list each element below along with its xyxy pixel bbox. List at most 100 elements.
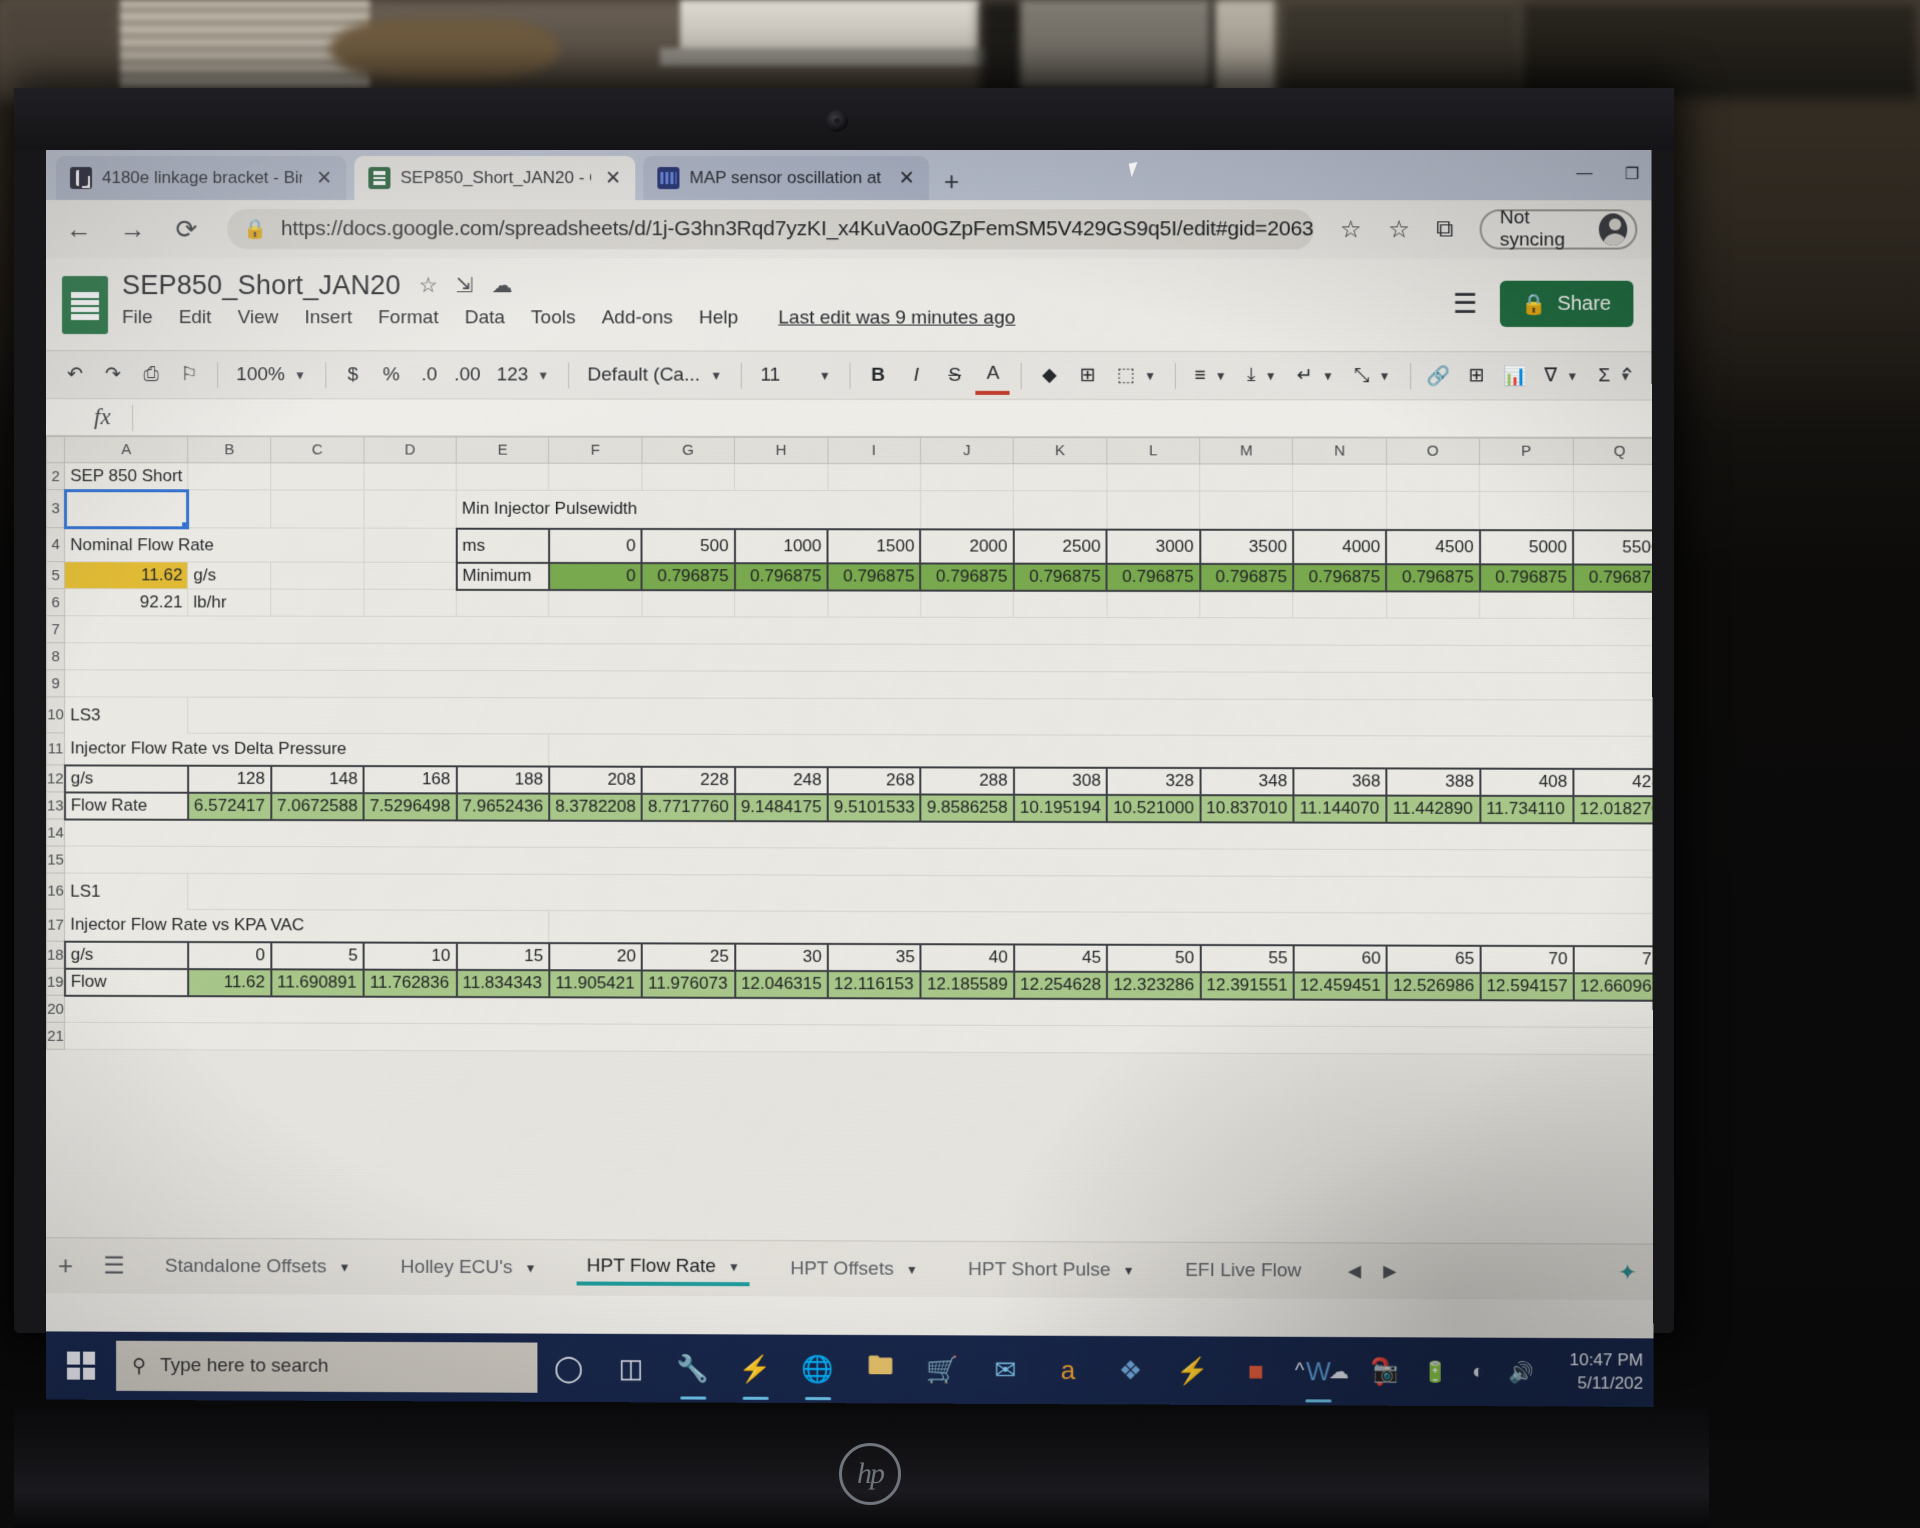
italic-button[interactable]: I — [899, 356, 933, 394]
cell-blank-row7[interactable] — [65, 616, 1653, 646]
row-header-4[interactable]: 4 — [46, 528, 64, 562]
row-header-11[interactable]: 11 — [46, 733, 64, 765]
screenshot-icon[interactable]: 📷 — [1373, 1359, 1398, 1384]
chevron-up-icon[interactable]: ^ — [1295, 1360, 1305, 1383]
cell-k18[interactable]: 45 — [1014, 944, 1107, 971]
cell-b13[interactable]: 6.572417 — [188, 792, 271, 819]
cell-e19[interactable]: 11.834343 — [456, 969, 549, 996]
cell-h4[interactable]: 1000 — [735, 529, 828, 563]
menu-help[interactable]: Help — [699, 307, 738, 329]
column-header-d[interactable]: D — [364, 437, 457, 463]
cell-c6[interactable] — [271, 589, 364, 616]
row-header-9[interactable]: 9 — [46, 670, 64, 697]
cell-i5[interactable]: 0.796875 — [828, 563, 921, 590]
cell-d3[interactable] — [364, 490, 457, 528]
row-header-14[interactable]: 14 — [46, 819, 64, 846]
move-to-folder-icon[interactable]: ⇲ — [456, 273, 474, 298]
cell-l18[interactable]: 50 — [1107, 944, 1200, 971]
file-explorer-icon[interactable]: 🖿 — [849, 1335, 912, 1404]
cell-i12[interactable]: 268 — [828, 767, 921, 794]
font-size-selector[interactable]: 11 ▼ — [752, 356, 839, 394]
comment-icon[interactable]: ☰ — [1453, 288, 1478, 319]
cell-b3[interactable] — [188, 490, 271, 528]
chevron-down-icon[interactable]: ▼ — [1123, 1263, 1135, 1277]
explore-icon[interactable]: ✦ — [1618, 1259, 1637, 1285]
collections-icon[interactable]: ☆ — [1388, 215, 1410, 244]
borders-icon[interactable]: ⊞ — [1071, 356, 1105, 394]
cell-n18[interactable]: 60 — [1294, 945, 1387, 972]
cell-d12[interactable]: 168 — [364, 766, 457, 793]
cell-n4[interactable]: 4000 — [1293, 529, 1386, 563]
sheet-tab-holley-ecus[interactable]: Holley ECU's ▼ — [391, 1252, 547, 1283]
cell-k2[interactable] — [1013, 464, 1106, 491]
sheet-tab-efi-live-flow[interactable]: EFI Live Flow — [1175, 1255, 1311, 1286]
cell-n5[interactable]: 0.796875 — [1293, 564, 1386, 591]
row-header-16[interactable]: 16 — [46, 873, 64, 909]
cell-k3[interactable] — [1013, 491, 1106, 529]
cloud-icon[interactable]: ☁ — [1329, 1359, 1349, 1384]
cell-q2[interactable] — [1573, 464, 1653, 491]
cell-m3[interactable] — [1200, 491, 1293, 529]
insert-comment-icon[interactable]: ⊞ — [1459, 357, 1493, 395]
cell-e2[interactable] — [456, 463, 549, 490]
cell-q13[interactable]: 12.018270 — [1573, 796, 1653, 823]
column-header-e[interactable]: E — [456, 437, 549, 463]
cell-k5[interactable]: 0.796875 — [1014, 563, 1107, 590]
cell-q4[interactable]: 5500 — [1573, 530, 1653, 564]
cell-a17-subtitle[interactable]: Injector Flow Rate vs KPA VAC — [65, 909, 549, 942]
cell-l2[interactable] — [1107, 464, 1200, 491]
cell-p5[interactable]: 0.796875 — [1480, 564, 1573, 591]
cell-g12[interactable]: 228 — [642, 766, 735, 793]
formula-bar[interactable]: fx — [46, 398, 1652, 438]
vertical-align-button[interactable]: ⤓ ▼ — [1239, 356, 1285, 394]
battery-icon[interactable]: 🔋 — [1423, 1359, 1448, 1384]
paint-format-button[interactable]: ⚐ — [172, 356, 206, 394]
column-header-j[interactable]: J — [920, 438, 1013, 464]
row-header-8[interactable]: 8 — [46, 643, 64, 670]
amazon-icon[interactable]: a — [1037, 1336, 1100, 1405]
font-selector[interactable]: Default (Ca... ▼ — [579, 356, 730, 394]
cell-e5[interactable]: Minimum — [456, 562, 549, 589]
column-header-m[interactable]: M — [1200, 438, 1293, 464]
cell-h12[interactable]: 248 — [735, 766, 828, 793]
cell-q12[interactable]: 428 — [1573, 768, 1653, 795]
row-header-19[interactable]: 19 — [46, 968, 64, 995]
cell-i19[interactable]: 12.116153 — [828, 971, 921, 998]
cell-m6[interactable] — [1200, 591, 1293, 618]
cell-o5[interactable]: 0.796875 — [1386, 564, 1479, 591]
increase-decimal-button[interactable]: .00 — [450, 356, 484, 394]
dropbox-icon[interactable]: ❖ — [1099, 1336, 1162, 1405]
cell-f6[interactable] — [549, 590, 642, 617]
cell-q18[interactable]: 75 — [1574, 946, 1653, 973]
cell-k19[interactable]: 12.254628 — [1014, 971, 1107, 998]
cell-o6[interactable] — [1386, 591, 1479, 618]
wifi-icon[interactable]: ◐ — [1472, 1360, 1484, 1383]
row-header-3[interactable]: 3 — [46, 490, 64, 528]
document-title[interactable]: SEP850_Short_JAN20 — [122, 270, 401, 301]
cell-f18[interactable]: 20 — [549, 943, 642, 970]
cell-q6[interactable] — [1573, 591, 1653, 618]
wrench-icon[interactable]: 🔧 — [662, 1334, 724, 1403]
menu-view[interactable]: View — [238, 307, 279, 329]
cell-g2[interactable] — [642, 463, 735, 490]
cell-i6[interactable] — [828, 590, 921, 617]
cell-b12[interactable]: 128 — [188, 765, 271, 792]
cell-o4[interactable]: 4500 — [1386, 530, 1479, 564]
cell-blank-row21[interactable] — [65, 1022, 1653, 1055]
cell-p18[interactable]: 70 — [1480, 945, 1573, 972]
clock[interactable]: 10:47 PM 5/11/202 — [1569, 1349, 1643, 1396]
cell-f4[interactable]: 0 — [549, 528, 642, 562]
filter-button[interactable]: ∇ ▼ — [1536, 357, 1586, 395]
menu-tools[interactable]: Tools — [531, 307, 576, 329]
menu-format[interactable]: Format — [378, 307, 438, 329]
row-header-20[interactable]: 20 — [46, 995, 64, 1022]
menu-addons[interactable]: Add-ons — [602, 307, 673, 329]
cell-d6[interactable] — [364, 589, 457, 616]
column-header-a[interactable]: A — [65, 437, 188, 463]
cell-o3[interactable] — [1386, 491, 1479, 529]
number-format-selector[interactable]: 123 ▼ — [488, 356, 557, 394]
row-header-2[interactable]: 2 — [46, 463, 64, 490]
bold-button[interactable]: B — [861, 356, 895, 394]
cell-f19[interactable]: 11.905421 — [549, 970, 642, 997]
column-header-i[interactable]: I — [827, 437, 920, 463]
